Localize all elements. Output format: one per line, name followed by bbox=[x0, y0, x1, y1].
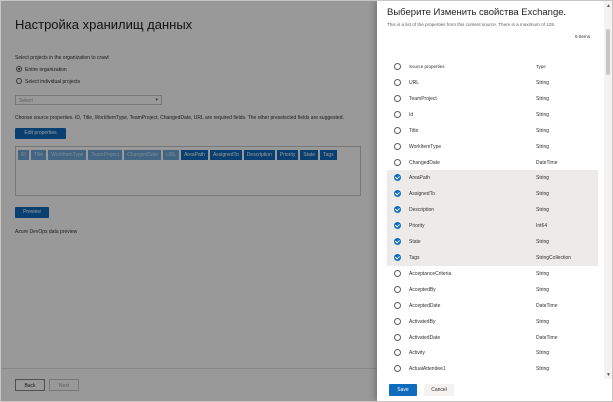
row-checkbox[interactable] bbox=[394, 110, 401, 118]
property-type: String bbox=[536, 350, 550, 357]
property-type: String bbox=[536, 80, 550, 86]
property-type: String bbox=[536, 95, 550, 102]
table-row[interactable]: Tags StringCollection bbox=[387, 249, 598, 266]
select-all-checkbox[interactable] bbox=[394, 63, 401, 70]
property-name: Title bbox=[409, 127, 419, 134]
property-name: AreaPath bbox=[409, 175, 430, 182]
panel-description: This is a list of the properties from th… bbox=[387, 22, 556, 27]
table-row[interactable]: Priority Int64 bbox=[387, 218, 598, 235]
table-row[interactable]: AcceptanceCriteria String bbox=[387, 266, 598, 282]
property-name: URL bbox=[409, 80, 420, 86]
property-type: StringCollection bbox=[536, 254, 572, 261]
property-type: DateTime bbox=[536, 302, 558, 309]
save-button[interactable]: Save bbox=[389, 384, 417, 396]
row-checkbox-checked[interactable] bbox=[394, 253, 401, 261]
table-row[interactable]: WorkItemType String bbox=[387, 139, 598, 155]
table-row[interactable]: AcceptedBy String bbox=[387, 282, 598, 298]
property-type: DateTime bbox=[536, 334, 558, 341]
table-row[interactable]: ActivatedDate DateTime bbox=[387, 330, 598, 346]
property-name: AcceptedBy bbox=[409, 286, 436, 293]
table-row[interactable]: ActualAttendee1 String bbox=[387, 361, 598, 377]
property-name: AssignedTo bbox=[409, 191, 435, 198]
table-row[interactable]: AreaPath String bbox=[387, 170, 598, 187]
property-type: String bbox=[536, 175, 550, 182]
items-count: 6 Items bbox=[574, 34, 590, 39]
scroll-up-icon[interactable]: ▲ bbox=[606, 3, 611, 9]
property-type: String bbox=[536, 239, 550, 246]
row-checkbox[interactable] bbox=[394, 285, 401, 293]
property-type: Int64 bbox=[536, 223, 548, 230]
edit-properties-panel: Выберите Изменить свойства Exchange. Thi… bbox=[377, 1, 612, 401]
cancel-button[interactable]: Cancel bbox=[424, 384, 454, 396]
property-name: AcceptanceCriteria bbox=[409, 270, 452, 277]
property-name: Priority bbox=[409, 223, 425, 230]
property-type: String bbox=[536, 366, 550, 373]
column-type: Type bbox=[536, 64, 546, 69]
table-row[interactable]: URL String bbox=[387, 75, 598, 91]
property-type: String bbox=[536, 143, 550, 150]
row-checkbox[interactable] bbox=[394, 349, 401, 357]
table-row[interactable]: State String bbox=[387, 234, 598, 250]
property-name: ActualAttendee1 bbox=[409, 366, 446, 373]
table-row[interactable]: AcceptedDate DateTime bbox=[387, 298, 598, 314]
property-type: String bbox=[536, 127, 550, 134]
property-name: State bbox=[409, 239, 421, 246]
table-header: Source properties Type bbox=[387, 61, 598, 73]
table-row[interactable]: AssignedTo String bbox=[387, 186, 598, 203]
property-name: ChangedDate bbox=[409, 159, 440, 166]
table-row[interactable]: TeamProject String bbox=[387, 91, 598, 107]
row-checkbox-checked[interactable] bbox=[394, 206, 401, 214]
property-type: String bbox=[536, 191, 550, 198]
property-name: AcceptedDate bbox=[409, 302, 441, 309]
row-checkbox[interactable] bbox=[394, 269, 401, 277]
property-name: Activity bbox=[409, 350, 425, 357]
table-row[interactable]: ActivatedBy String bbox=[387, 314, 598, 330]
column-source-properties: Source properties bbox=[409, 64, 445, 69]
properties-list: URL String TeamProject String Id String Title S… bbox=[387, 75, 598, 377]
property-name: Description bbox=[409, 207, 435, 214]
property-name: Tags bbox=[409, 254, 420, 261]
row-checkbox[interactable] bbox=[394, 79, 401, 86]
property-type: String bbox=[536, 286, 550, 293]
property-type: String bbox=[536, 111, 550, 118]
row-checkbox[interactable] bbox=[394, 94, 401, 102]
row-checkbox-checked[interactable] bbox=[394, 222, 401, 230]
row-checkbox[interactable] bbox=[394, 126, 401, 134]
property-name: ActivatedDate bbox=[409, 334, 441, 341]
property-type: String bbox=[536, 207, 550, 214]
scrollbar-thumb[interactable] bbox=[606, 29, 610, 75]
property-name: TeamProject bbox=[409, 95, 437, 102]
table-row[interactable]: Activity String bbox=[387, 345, 598, 361]
row-checkbox[interactable] bbox=[394, 142, 401, 150]
table-row[interactable]: Id String bbox=[387, 107, 598, 123]
property-type: DateTime bbox=[536, 159, 558, 166]
property-name: Id bbox=[409, 111, 414, 118]
panel-title: Выберите Изменить свойства Exchange. bbox=[387, 7, 567, 18]
row-checkbox[interactable] bbox=[394, 333, 401, 341]
table-row[interactable]: ChangedDate DateTime bbox=[387, 155, 598, 171]
row-checkbox[interactable] bbox=[394, 317, 401, 325]
row-checkbox[interactable] bbox=[394, 158, 401, 166]
table-row[interactable]: Description String bbox=[387, 202, 598, 219]
property-name: WorkItemType bbox=[409, 143, 442, 150]
table-row[interactable]: Title String bbox=[387, 123, 598, 139]
row-checkbox-checked[interactable] bbox=[394, 190, 401, 198]
scroll-down-icon[interactable]: ▼ bbox=[606, 372, 611, 378]
row-checkbox-checked[interactable] bbox=[394, 174, 401, 182]
property-type: String bbox=[536, 270, 550, 277]
property-name: ActivatedBy bbox=[409, 318, 436, 325]
panel-footer: Save Cancel bbox=[377, 379, 612, 401]
row-checkbox-checked[interactable] bbox=[394, 238, 401, 246]
row-checkbox[interactable] bbox=[394, 365, 401, 373]
app-window: Настройка хранилищ данных Select project… bbox=[0, 0, 613, 402]
row-checkbox[interactable] bbox=[394, 301, 401, 309]
property-type: String bbox=[536, 318, 550, 325]
